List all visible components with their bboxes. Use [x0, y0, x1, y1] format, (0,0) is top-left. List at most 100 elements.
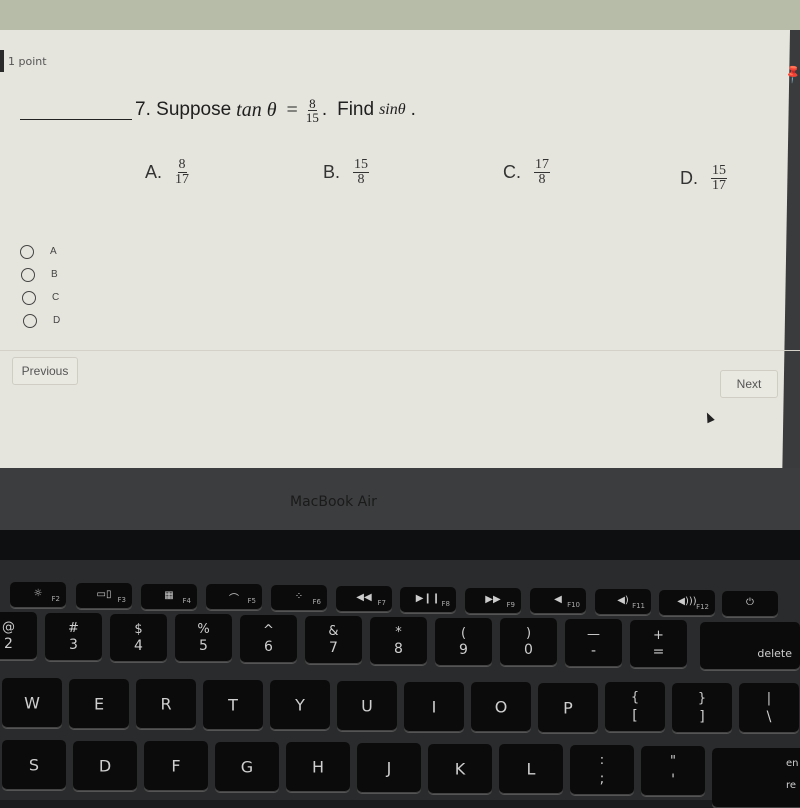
answer-choices: A. 8 17 B. 15 8 C. 17 8 D. 15 17	[0, 158, 800, 198]
key-label: -	[590, 643, 597, 660]
key-=[interactable]: + =	[630, 620, 687, 668]
key-shift-label: +	[653, 628, 664, 643]
key-d[interactable]: D	[73, 740, 137, 791]
radio-button[interactable]	[23, 313, 37, 328]
next-button[interactable]: Next	[720, 370, 778, 398]
radio-option-d[interactable]: D	[23, 309, 60, 332]
key-3[interactable]: #3	[45, 612, 102, 661]
key-k[interactable]: K	[428, 743, 492, 794]
key-fast-forward[interactable]: ▶▶ F9	[465, 587, 521, 614]
choice-letter: C.	[503, 162, 521, 182]
choice-numerator: 15	[711, 163, 727, 179]
key-5[interactable]: % 5	[175, 614, 232, 663]
fn-label: F2	[51, 595, 60, 603]
key-bracket-0[interactable]: {[	[605, 682, 665, 732]
key-j[interactable]: J	[357, 743, 421, 793]
key-7[interactable]: & 7	[305, 616, 362, 664]
key-6[interactable]: ^ 6	[240, 615, 297, 664]
key-o[interactable]: O	[471, 682, 531, 733]
key-u[interactable]: U	[337, 681, 397, 731]
key-brightness-up[interactable]: ☼ F2	[10, 582, 66, 608]
key-label: I	[431, 697, 437, 717]
key-label: 2	[4, 636, 13, 652]
key-shift-label: *	[395, 624, 402, 640]
key-return[interactable]: en re	[712, 748, 800, 808]
key-shift-label: |	[766, 691, 772, 707]
fn-label: F8	[441, 599, 450, 608]
key-w[interactable]: W	[2, 678, 62, 728]
key-shift-label: :	[599, 753, 605, 768]
key-mission-control[interactable]: ▭▯ F3	[76, 582, 132, 609]
key-label: U	[361, 696, 373, 716]
radio-button[interactable]	[20, 244, 34, 259]
key-4[interactable]: $4	[110, 613, 167, 662]
radio-button[interactable]	[22, 290, 36, 305]
key-label: 5	[199, 638, 208, 655]
key-8[interactable]: * 8	[370, 616, 427, 665]
key-bracket-2[interactable]: | \	[739, 683, 799, 734]
radio-option-a[interactable]: A	[20, 240, 60, 263]
choice-numerator: 15	[353, 157, 370, 173]
key-label: =	[652, 644, 665, 660]
key-shift-label: %	[197, 622, 210, 638]
key-f[interactable]: F	[144, 741, 208, 792]
question-prefix: Suppose	[156, 99, 232, 120]
key--[interactable]: — -	[565, 619, 622, 668]
key-label: ]	[699, 708, 705, 725]
key-volume-down[interactable]: ◀) F11	[595, 589, 651, 616]
key-h[interactable]: H	[286, 742, 350, 793]
key-2[interactable]: @2	[0, 612, 37, 660]
key-shift-label: ^	[263, 623, 274, 639]
key-punct-1[interactable]: " '	[641, 745, 705, 796]
key-rewind[interactable]: ◀◀ F7	[336, 586, 392, 612]
choice-letter: B.	[323, 162, 341, 182]
key-e[interactable]: E	[69, 678, 129, 729]
key-l[interactable]: L	[499, 744, 563, 795]
key-0[interactable]: ) 0	[500, 618, 557, 667]
choice-c: C. 17 8	[503, 158, 553, 187]
radio-option-c[interactable]: C	[22, 286, 60, 309]
key-label: 3	[69, 636, 78, 653]
key-label: 8	[394, 640, 403, 657]
key-bracket-1[interactable]: }]	[672, 682, 732, 733]
given-fraction: 8 15	[306, 97, 319, 124]
choice-letter: D.	[680, 168, 698, 188]
fn-label: F12	[696, 603, 709, 611]
key-punct-0[interactable]: :;	[570, 745, 634, 795]
given-numerator: 8	[308, 95, 317, 111]
key-label: E	[93, 694, 105, 714]
key-9[interactable]: (9	[435, 617, 492, 666]
screen-bezel	[0, 468, 800, 538]
key-g[interactable]: G	[215, 741, 279, 792]
key-kbd-light-down[interactable]: ⌒ F5	[206, 584, 262, 611]
key-label: S	[28, 755, 40, 775]
key-power[interactable]: ⏻	[722, 590, 778, 617]
key-launchpad[interactable]: ▦ F4	[141, 583, 197, 610]
key-t[interactable]: T	[203, 679, 263, 730]
question-text: 7. Suppose tan θ = 8 15 . Find sinθ .	[20, 95, 416, 125]
find-label: Find	[337, 99, 375, 120]
key-i[interactable]: I	[404, 681, 464, 732]
section-divider	[0, 350, 800, 351]
key-delete[interactable]: delete	[700, 622, 800, 670]
key-p[interactable]: P	[538, 682, 598, 733]
key-s[interactable]: S	[2, 740, 66, 790]
period-end: .	[410, 99, 416, 120]
fn-label: F3	[117, 595, 126, 604]
key-kbd-light-up[interactable]: ⁘ F6	[271, 585, 327, 612]
key-label: 6	[264, 639, 273, 656]
choice-fraction: 15 8	[353, 157, 370, 187]
previous-button[interactable]: Previous	[12, 357, 78, 385]
key-mute[interactable]: ◀ F10	[530, 588, 586, 615]
key-play-pause[interactable]: ▶❙❙ F8	[400, 586, 456, 613]
choice-letter: A.	[145, 162, 163, 182]
period: .	[321, 99, 328, 120]
radio-button[interactable]	[21, 267, 35, 282]
key-r[interactable]: R	[136, 679, 196, 730]
key-y[interactable]: Y	[270, 680, 330, 731]
key-volume-up[interactable]: ◀))) F12	[659, 590, 715, 616]
radio-option-b[interactable]: B	[21, 263, 60, 286]
key-shift-label: (	[460, 625, 467, 641]
choice-denominator: 8	[357, 172, 365, 187]
choice-denominator: 17	[712, 178, 726, 193]
